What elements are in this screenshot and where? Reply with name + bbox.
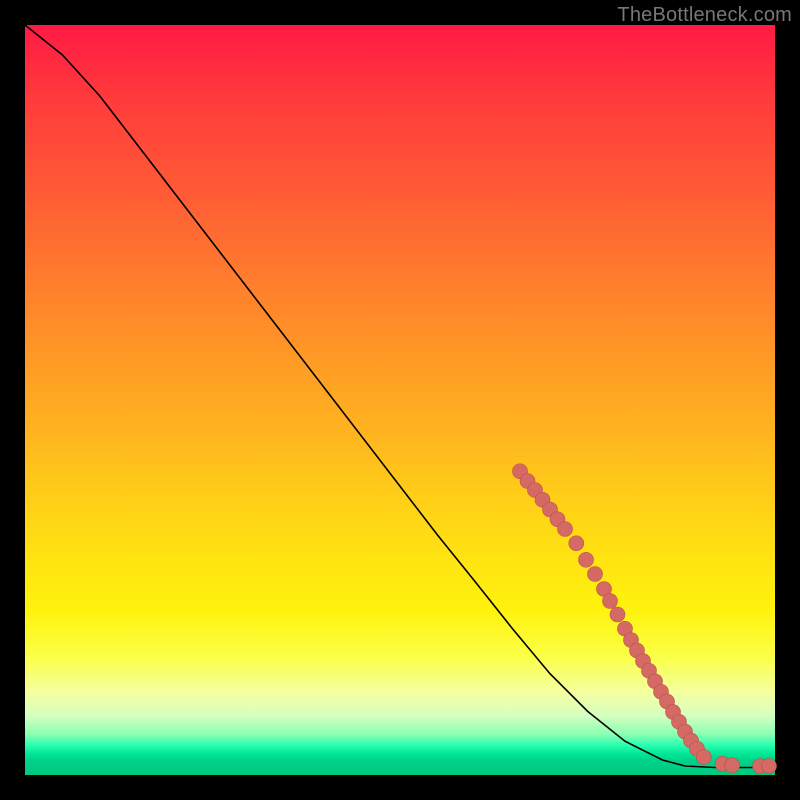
data-marker	[603, 594, 618, 609]
data-marker	[588, 567, 603, 582]
data-marker	[569, 536, 584, 551]
data-marker	[762, 759, 777, 774]
data-marker	[725, 758, 740, 773]
curve-line	[25, 25, 775, 768]
chart-svg	[25, 25, 775, 775]
markers-group	[513, 464, 777, 774]
plot-area	[25, 25, 775, 775]
data-marker	[610, 607, 625, 622]
chart-frame: TheBottleneck.com	[0, 0, 800, 800]
data-marker	[579, 552, 594, 567]
data-marker	[558, 522, 573, 537]
data-marker	[696, 750, 711, 765]
watermark-text: TheBottleneck.com	[617, 4, 792, 27]
